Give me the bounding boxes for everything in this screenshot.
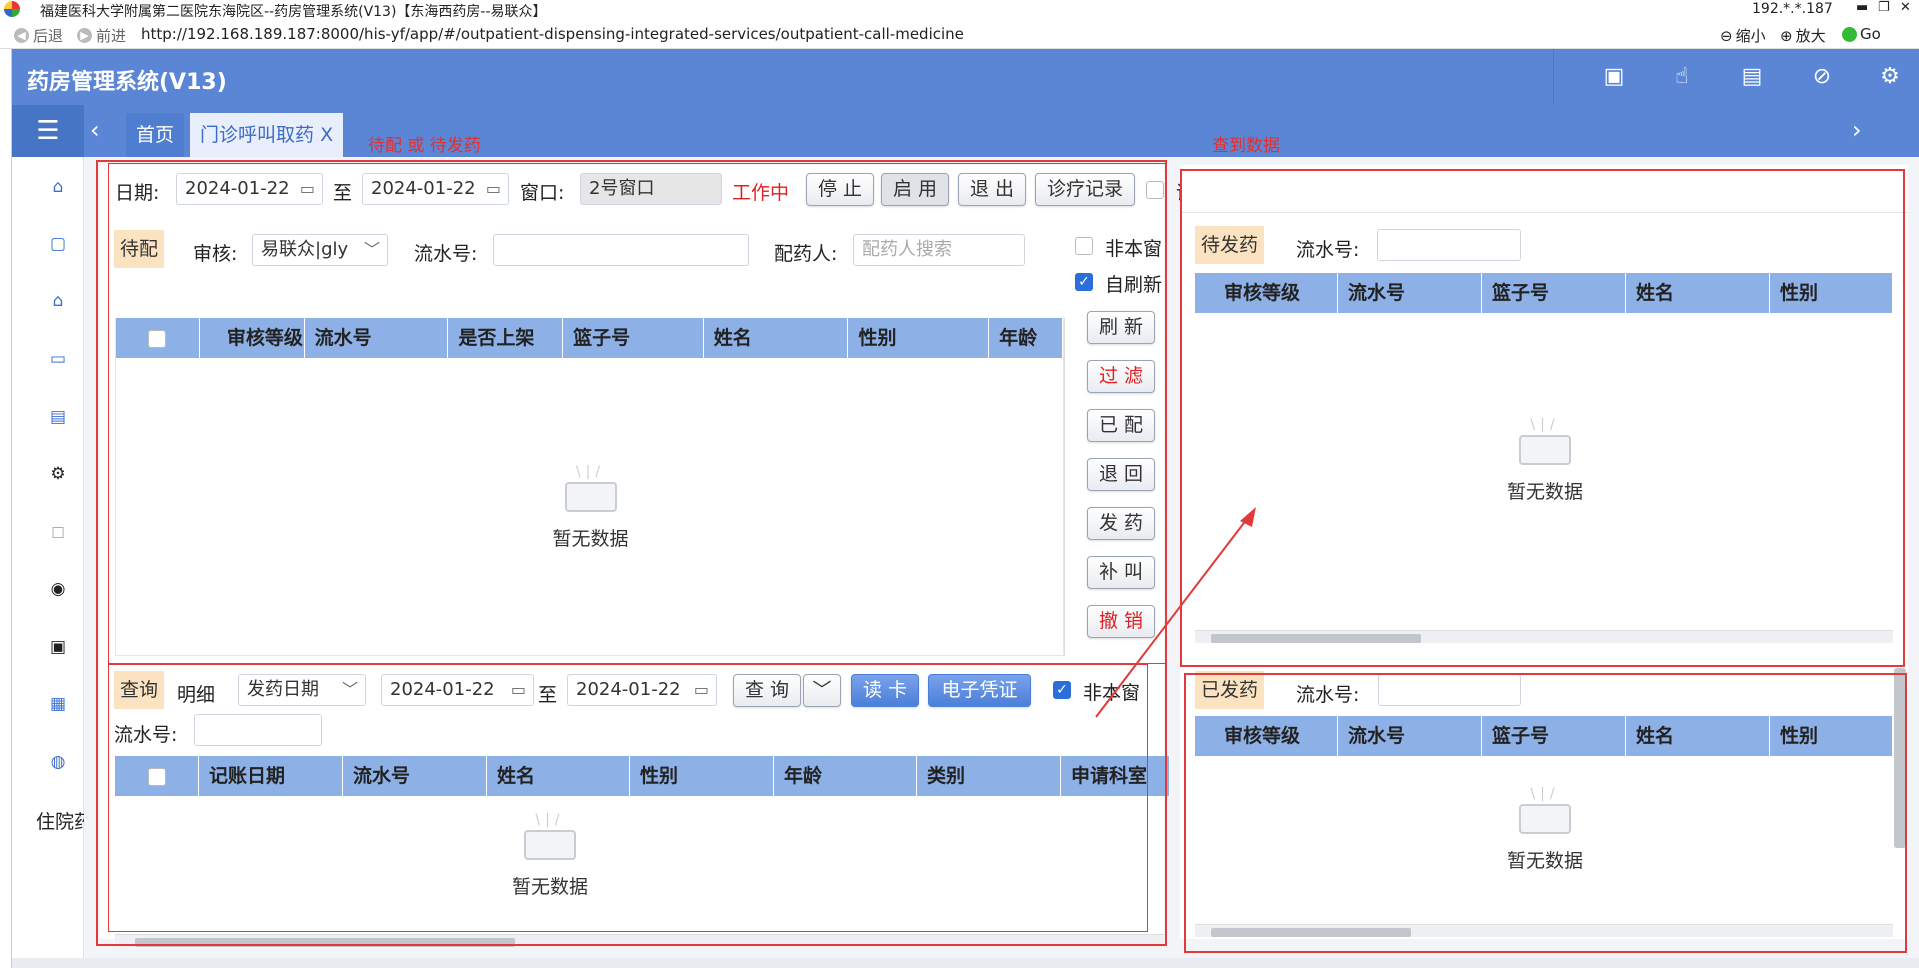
annotation-right: 查到数据: [1212, 136, 1280, 156]
monitor-clock-icon[interactable]: ▣: [1600, 63, 1628, 91]
clipboard-icon[interactable]: ▤: [48, 407, 68, 427]
bottle-icon[interactable]: ◻: [48, 522, 68, 542]
app-title: 药房管理系统(V13): [27, 70, 227, 95]
bottom-bar: [12, 958, 1919, 968]
annotation-box-dispensed: [1184, 673, 1907, 953]
tab-label: 门诊呼叫取药: [200, 124, 315, 146]
back-icon: ◀: [14, 28, 29, 43]
building-icon[interactable]: ⌂: [48, 177, 68, 197]
browser-logo-icon: [4, 1, 20, 17]
go-button[interactable]: Go: [1842, 25, 1881, 43]
menu-toggle-icon[interactable]: ☰: [12, 105, 84, 157]
tab-close-icon[interactable]: X: [320, 124, 333, 146]
zoom-in-icon: ⊕: [1780, 26, 1793, 45]
tab-outpatient-call[interactable]: 门诊呼叫取药 X: [190, 113, 344, 157]
annotation-box-pending: [108, 163, 1167, 664]
forward-icon: ▶: [77, 28, 92, 43]
box-icon[interactable]: ▢: [48, 234, 68, 254]
zoom-out-icon: ⊖: [1720, 26, 1733, 45]
minimize-icon[interactable]: ▬: [1856, 0, 1868, 15]
zoom-out-button[interactable]: ⊖ 缩小: [1720, 25, 1766, 46]
doc-search-icon[interactable]: ▦: [48, 694, 68, 714]
zoom-out-label: 缩小: [1735, 27, 1766, 45]
annotation-left: 待配 或 待发药: [368, 136, 481, 156]
go-icon: [1842, 26, 1857, 42]
gear-icon[interactable]: ⚙: [1876, 63, 1904, 91]
ip-label: 192.*.*.187: [1752, 1, 1833, 17]
hand-touch-icon[interactable]: ☝: [1668, 63, 1696, 91]
address-bar: ◀ 后退 ▶ 前进 http://192.168.189.187:8000/his-…: [0, 20, 1919, 49]
window-title: 福建医科大学附属第二医院东海院区--药房管理系统(V13)【东海西药房--易联众…: [40, 4, 547, 20]
sidebar: ⌂ ▢ ⌂ ▭ ▤ ⚙ ◻ ◉ ▣ ▦ ◍: [12, 157, 84, 968]
chart-icon[interactable]: ◍: [48, 752, 68, 772]
restore-icon[interactable]: ❐: [1878, 0, 1890, 15]
url-field[interactable]: http://192.168.189.187:8000/his-yf/app/#…: [141, 25, 964, 43]
zoom-in-label: 放大: [1795, 27, 1826, 45]
medicine-box-icon[interactable]: ▣: [48, 637, 68, 657]
tab-next-icon[interactable]: ›: [1852, 116, 1862, 144]
forward-label: 前进: [96, 27, 127, 45]
close-window-icon[interactable]: ✕: [1900, 0, 1911, 15]
forward-button[interactable]: ▶ 前进: [77, 25, 126, 46]
window-edge: [0, 49, 12, 968]
circle-slash-icon[interactable]: ⊘: [1808, 63, 1836, 91]
annotation-box-to-dispense: [1180, 169, 1905, 667]
search-circle-icon[interactable]: ◉: [48, 579, 68, 599]
go-label: Go: [1860, 25, 1881, 43]
settings-icon[interactable]: ⚙: [48, 464, 68, 484]
annotation-box-query: [108, 664, 1148, 932]
back-button[interactable]: ◀ 后退: [14, 25, 63, 46]
tab-prev-icon[interactable]: ‹: [90, 116, 100, 144]
pharmacy-icon[interactable]: ⌂: [48, 291, 68, 311]
zoom-in-button[interactable]: ⊕ 放大: [1780, 25, 1826, 46]
browser-titlebar: 福建医科大学附属第二医院东海院区--药房管理系统(V13)【东海西药房--易联众…: [0, 0, 1919, 20]
cart-icon[interactable]: ▭: [48, 349, 68, 369]
receipt-icon[interactable]: ▤: [1738, 63, 1766, 91]
back-label: 后退: [33, 27, 64, 45]
tab-home[interactable]: 首页: [126, 113, 185, 157]
annotation-arrow: [1095, 507, 1256, 718]
